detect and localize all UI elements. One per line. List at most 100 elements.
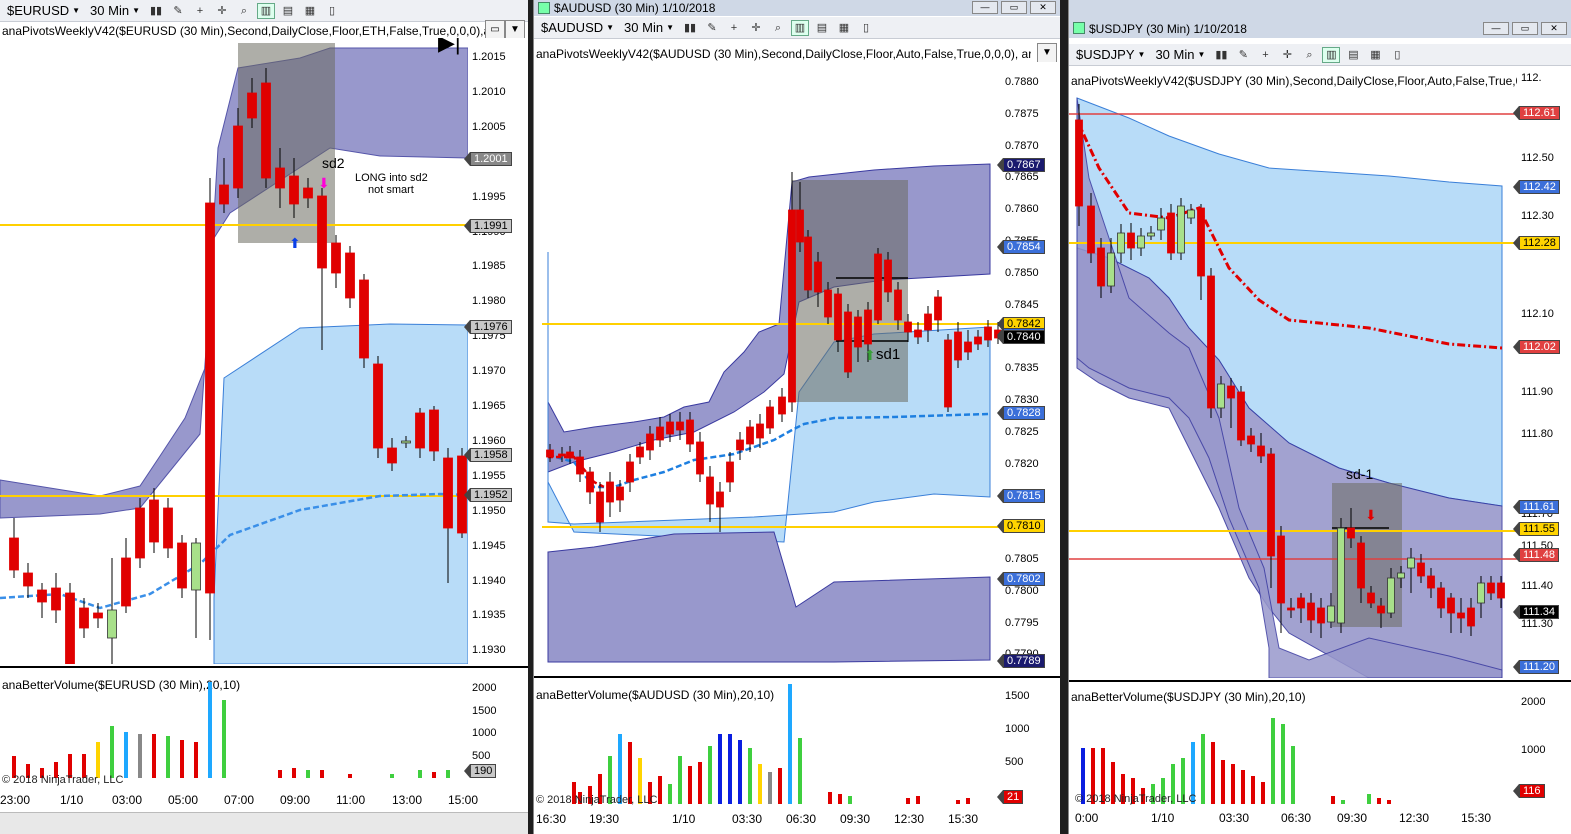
- chevron-down-icon: ▼: [666, 23, 674, 32]
- time-axis-label: 23:00: [0, 793, 31, 807]
- drawing-pencil-icon[interactable]: ✎: [1234, 47, 1252, 63]
- crosshair-icon[interactable]: ✛: [213, 3, 231, 19]
- axis-tick-label: 500: [472, 749, 491, 762]
- crosshair-icon[interactable]: ✛: [1278, 47, 1296, 63]
- candle-down: [149, 499, 159, 543]
- volume-bar: [1221, 760, 1225, 804]
- bar-type-icon[interactable]: ▮▮: [1212, 47, 1230, 63]
- candle-down: [331, 242, 341, 274]
- candle-down: [1207, 275, 1215, 409]
- axis-tick-label: 0.7805: [1005, 553, 1039, 565]
- interval-selector[interactable]: 30 Min ▼: [1152, 47, 1208, 62]
- price-axis[interactable]: 112. 112.50 112.30 112.10 111.90 111.80 111.70…: [1512, 70, 1571, 678]
- price-marker: 0.7854: [997, 240, 1045, 254]
- candle-down: [219, 184, 229, 205]
- volume-bar: [418, 770, 422, 778]
- drawing-pencil-icon[interactable]: ✎: [703, 20, 721, 36]
- add-indicator-icon[interactable]: +: [1256, 47, 1274, 63]
- candle-down: [317, 195, 327, 269]
- data-box-icon[interactable]: ▯: [323, 3, 341, 19]
- strategy-icon[interactable]: ▦: [301, 3, 319, 19]
- candle-down: [766, 406, 774, 429]
- candle-down: [121, 557, 131, 607]
- minimize-icon[interactable]: —: [972, 1, 998, 14]
- price-marker: 112.42: [1513, 180, 1560, 194]
- chart-trader-icon[interactable]: ▥: [257, 2, 275, 19]
- zoom-icon[interactable]: ⌕: [1300, 47, 1318, 63]
- strategy-icon[interactable]: ▦: [1366, 47, 1384, 63]
- candle-down: [429, 409, 439, 452]
- chart-properties-icon[interactable]: ▤: [279, 3, 297, 19]
- volume-bar: [166, 736, 170, 778]
- candle-down: [788, 209, 796, 403]
- axis-tick-label: 1.1940: [472, 574, 506, 587]
- price-marker: 0.7789: [997, 654, 1045, 668]
- instrument-selector[interactable]: $EURUSD ▼: [4, 3, 83, 18]
- panel-separator: [1069, 680, 1571, 682]
- bar-type-icon[interactable]: ▮▮: [147, 3, 165, 19]
- horizontal-scrollbar[interactable]: [0, 812, 528, 834]
- price-panel[interactable]: sd-1 ⬇: [1069, 88, 1517, 678]
- add-indicator-icon[interactable]: +: [725, 20, 743, 36]
- bar-type-icon[interactable]: ▮▮: [681, 20, 699, 36]
- app-icon: [1073, 22, 1085, 34]
- candle-down: [1127, 232, 1135, 249]
- drawing-pencil-icon[interactable]: ✎: [169, 3, 187, 19]
- interval-selector[interactable]: 30 Min ▼: [87, 3, 143, 18]
- candle-down: [904, 321, 912, 333]
- axis-tick-label: 111.40: [1521, 580, 1554, 592]
- close-icon[interactable]: ✕: [1541, 22, 1567, 35]
- chart-trader-icon[interactable]: ▥: [1322, 46, 1341, 63]
- zoom-icon[interactable]: ⌕: [235, 3, 253, 19]
- price-marker: 0.7815: [997, 489, 1045, 503]
- strategy-icon[interactable]: ▦: [835, 20, 853, 36]
- price-axis[interactable]: 0.78800.78750.78700.78650.78600.78550.78…: [997, 62, 1060, 674]
- chevron-down-icon[interactable]: ▼: [505, 20, 525, 40]
- candle-down: [1467, 607, 1475, 627]
- window-titlebar[interactable]: $USDJPY (30 Min) 1/10/2018 — ▭ ✕: [1069, 0, 1571, 38]
- usdjpy-chart-window[interactable]: $USDJPY (30 Min) 1/10/2018 — ▭ ✕ $USDJPY ▼ …: [1068, 0, 1571, 834]
- audusd-chart-window[interactable]: $AUDUSD (30 Min) 1/10/2018 — ▭ ✕ $AUDUSD ▼ …: [533, 0, 1060, 834]
- maximize-icon[interactable]: ▭: [485, 20, 505, 40]
- price-panel[interactable]: sd2 LONG into sd2 not smart ⬇ ⬆ ▶|: [0, 38, 468, 664]
- chart-toolbar: $AUDUSD ▼ 30 Min ▼ ▮▮ ✎ + ✛ ⌕ ▥ ▤ ▦ ▯: [534, 17, 1060, 39]
- zoom-icon[interactable]: ⌕: [769, 20, 787, 36]
- chart-trader-icon[interactable]: ▥: [791, 19, 809, 36]
- instrument-selector[interactable]: $USDJPY ▼: [1073, 47, 1148, 62]
- candle-down: [756, 423, 764, 439]
- chevron-down-icon[interactable]: ▼: [1037, 43, 1057, 63]
- maximize-icon[interactable]: ▭: [1512, 22, 1538, 35]
- candle-down: [666, 421, 674, 435]
- price-axis[interactable]: 1.20151.20101.20051.20001.19951.19901.19…: [464, 38, 528, 664]
- close-icon[interactable]: ✕: [1030, 1, 1056, 14]
- window-titlebar[interactable]: $AUDUSD (30 Min) 1/10/2018 — ▭ ✕: [534, 0, 1060, 16]
- candle-down: [894, 289, 902, 321]
- data-box-icon[interactable]: ▯: [1388, 47, 1406, 63]
- candle-down: [1257, 445, 1265, 457]
- axis-tick-label: 1.2005: [472, 120, 506, 133]
- candle-down: [1417, 562, 1425, 577]
- chart-properties-icon[interactable]: ▤: [813, 20, 831, 36]
- crosshair-icon[interactable]: ✛: [747, 20, 765, 36]
- interval-selector[interactable]: 30 Min ▼: [621, 20, 677, 35]
- sd-1-label: sd-1: [1346, 466, 1373, 482]
- candle-down: [1287, 607, 1295, 611]
- candle-down: [616, 486, 624, 501]
- candle-down: [345, 252, 355, 299]
- maximize-icon[interactable]: ▭: [1001, 1, 1027, 14]
- arrow-up-icon: ⬆: [289, 235, 301, 251]
- chart-properties-icon[interactable]: ▤: [1344, 47, 1362, 63]
- price-marker: 0.7810: [997, 519, 1045, 533]
- volume-bar: [848, 796, 852, 804]
- instrument-selector[interactable]: $AUDUSD ▼: [538, 20, 617, 35]
- minimize-icon[interactable]: —: [1483, 22, 1509, 35]
- axis-tick-label: 0.7880: [1005, 76, 1039, 88]
- time-axis-label: 19:30: [589, 812, 620, 826]
- price-panel[interactable]: sd1 ⬆: [534, 62, 1001, 674]
- candle-down: [1237, 391, 1245, 441]
- candle-down: [834, 293, 842, 341]
- eurusd-chart-window[interactable]: $EURUSD ▼ 30 Min ▼ ▮▮ ✎ + ✛ ⌕ ▥ ▤ ▦ ▯ anaP…: [0, 0, 528, 834]
- add-indicator-icon[interactable]: +: [191, 3, 209, 19]
- candle-down: [884, 259, 892, 293]
- data-box-icon[interactable]: ▯: [857, 20, 875, 36]
